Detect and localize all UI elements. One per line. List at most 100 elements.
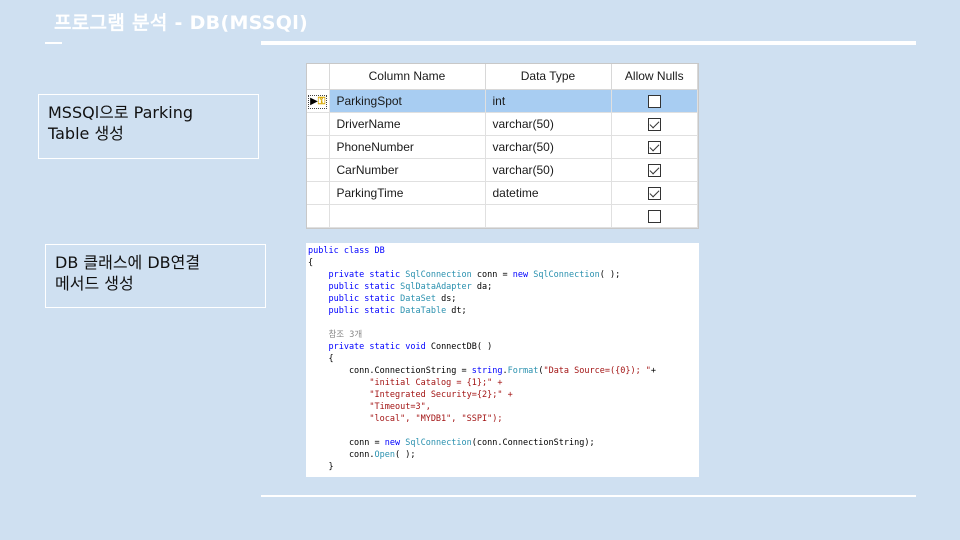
data-type-cell[interactable]: datetime: [485, 181, 612, 205]
code-text: Format: [507, 366, 539, 376]
row-selector[interactable]: ▶⚿: [307, 89, 330, 113]
code-text: public static: [308, 294, 401, 304]
bottom-divider: [261, 495, 916, 497]
table-row[interactable]: DriverName varchar(50): [307, 112, 698, 136]
caption-line: 메서드 생성: [55, 274, 134, 293]
row-selector-header[interactable]: [307, 64, 330, 90]
allow-nulls-cell: [611, 181, 698, 205]
data-type-cell[interactable]: varchar(50): [485, 135, 612, 159]
reference-count[interactable]: 참조 3개: [308, 330, 362, 340]
code-text: private static void: [308, 342, 431, 352]
row-selector[interactable]: [307, 135, 330, 159]
data-type-cell[interactable]: varchar(50): [485, 158, 612, 182]
code-text: DataSet: [400, 294, 436, 304]
code-line: public static DataSet ds;: [308, 293, 697, 305]
data-type-cell[interactable]: varchar(50): [485, 112, 612, 136]
code-line: conn.ConnectionString = string.Format("D…: [308, 365, 697, 377]
column-grid: Column Name Data Type Allow Nulls ▶⚿ Park…: [307, 64, 698, 228]
code-text: ( );: [395, 450, 416, 460]
grid-header-row: Column Name Data Type Allow Nulls: [307, 64, 698, 90]
allow-nulls-cell: [611, 89, 698, 113]
code-line: public static SqlDataAdapter da;: [308, 281, 697, 293]
row-selector[interactable]: [307, 204, 330, 228]
table-row[interactable]: ▶⚿ ParkingSpot int: [307, 89, 698, 113]
code-line: }: [308, 461, 697, 473]
allow-nulls-cell: [611, 135, 698, 159]
slide-title: 프로그램 분석 - DB(MSSQl): [54, 12, 309, 34]
allow-nulls-cell: [611, 204, 698, 228]
code-text: ConnectDB( ): [430, 342, 493, 352]
code-line: "local", "MYDB1", "SSPI");: [308, 413, 697, 425]
code-text: public static: [308, 306, 401, 316]
code-text: public static: [308, 282, 401, 292]
code-text: dt;: [446, 306, 467, 316]
code-text: "Timeout=3",: [308, 402, 431, 412]
code-line: private static void ConnectDB( ): [308, 341, 697, 353]
caption-line: MSSQl으로 Parking: [48, 103, 194, 122]
code-text: conn.: [308, 450, 375, 460]
code-text: SqlConnection: [533, 270, 600, 280]
code-line: "Integrated Security={2};" +: [308, 389, 697, 401]
code-text: (conn.ConnectionString);: [471, 438, 595, 448]
data-type-header[interactable]: Data Type: [485, 64, 612, 90]
code-text: da;: [471, 282, 493, 292]
column-name-cell[interactable]: CarNumber: [329, 158, 486, 182]
allow-nulls-cell: [611, 158, 698, 182]
title-underline: [45, 42, 62, 44]
code-text: public class DB: [308, 246, 385, 256]
code-text: "Data Source=({0}); ": [543, 366, 651, 376]
allow-nulls-checkbox[interactable]: [647, 140, 661, 154]
caption-db-class: DB 클래스에 DB연결 메서드 생성: [45, 244, 266, 308]
code-line: public static DataTable dt;: [308, 305, 697, 317]
column-name-cell[interactable]: [329, 204, 486, 228]
allow-nulls-checkbox[interactable]: [647, 117, 661, 131]
code-text: conn =: [308, 438, 385, 448]
allow-nulls-cell: [611, 112, 698, 136]
allow-nulls-checkbox[interactable]: [647, 186, 661, 200]
code-text: +: [650, 366, 657, 376]
allow-nulls-checkbox[interactable]: [647, 163, 661, 177]
table-row[interactable]: [307, 204, 698, 228]
row-selector[interactable]: [307, 158, 330, 182]
code-text: Open: [374, 450, 396, 460]
column-name-cell[interactable]: DriverName: [329, 112, 486, 136]
code-text: "initial Catalog = {1};" +: [308, 378, 503, 388]
row-selector[interactable]: [307, 112, 330, 136]
column-name-header[interactable]: Column Name: [329, 64, 486, 90]
code-text: DataTable: [400, 306, 447, 316]
table-row[interactable]: PhoneNumber varchar(50): [307, 135, 698, 159]
code-text: conn.ConnectionString =: [308, 366, 472, 376]
code-editor[interactable]: public class DB { private static SqlConne…: [306, 243, 699, 477]
table-designer: Column Name Data Type Allow Nulls ▶⚿ Park…: [306, 63, 699, 229]
allow-nulls-header[interactable]: Allow Nulls: [611, 64, 698, 90]
code-line: conn = new SqlConnection(conn.Connection…: [308, 437, 697, 449]
code-text: conn =: [471, 270, 513, 280]
code-line: {: [308, 353, 697, 365]
code-line: "initial Catalog = {1};" +: [308, 377, 697, 389]
data-type-cell[interactable]: [485, 204, 612, 228]
code-text: new: [512, 270, 529, 280]
allow-nulls-checkbox[interactable]: [647, 94, 661, 108]
code-text: string: [471, 366, 503, 376]
caption-line: Table 생성: [48, 124, 124, 143]
table-row[interactable]: ParkingTime datetime: [307, 181, 698, 205]
table-row[interactable]: CarNumber varchar(50): [307, 158, 698, 182]
code-line: {: [308, 257, 697, 269]
code-line: "Timeout=3",: [308, 401, 697, 413]
column-name-cell[interactable]: ParkingSpot: [329, 89, 486, 113]
data-type-cell[interactable]: int: [485, 89, 612, 113]
row-selector[interactable]: [307, 181, 330, 205]
code-line: 참조 3개: [308, 329, 697, 341]
column-name-cell[interactable]: PhoneNumber: [329, 135, 486, 159]
code-text: {: [308, 258, 314, 268]
code-text: "local", "MYDB1", "SSPI");: [308, 414, 503, 424]
caption-table-creation: MSSQl으로 Parking Table 생성: [38, 94, 259, 159]
code-line: private static SqlConnection conn = new …: [308, 269, 697, 281]
code-text: SqlConnection: [405, 438, 472, 448]
column-name-cell[interactable]: ParkingTime: [329, 181, 486, 205]
allow-nulls-checkbox[interactable]: [647, 209, 661, 223]
code-text: {: [308, 354, 334, 364]
code-text: ( );: [599, 270, 621, 280]
code-text: }: [308, 462, 334, 472]
